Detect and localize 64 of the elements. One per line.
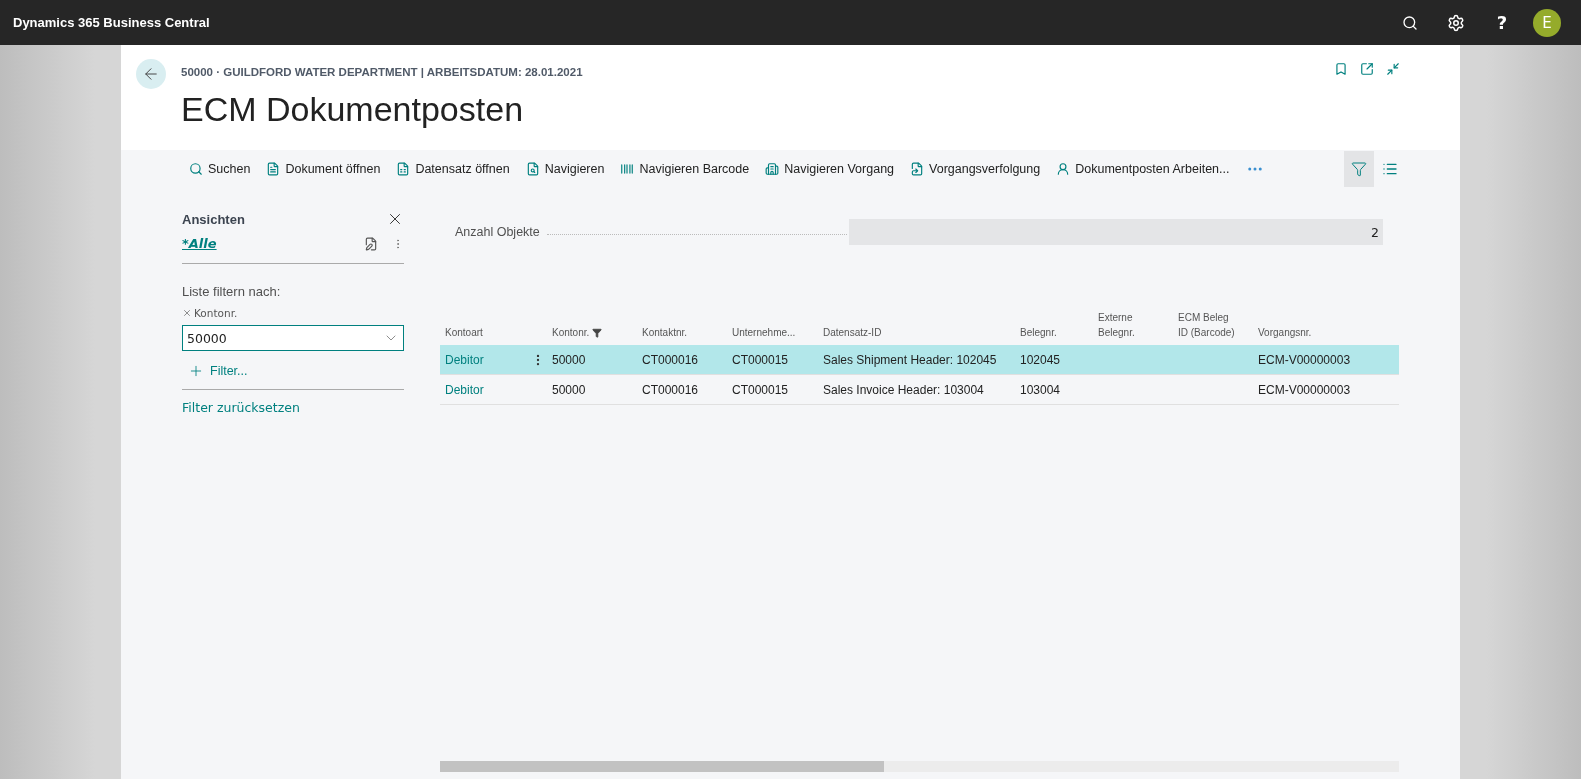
filter-value-field[interactable]: 50000 xyxy=(182,325,404,351)
filter-field-label: Kontonr. xyxy=(194,307,238,319)
filter-heading: Liste filtern nach: xyxy=(182,284,282,299)
horizontal-scrollbar[interactable] xyxy=(440,761,1399,772)
table-row[interactable]: Debitor 50000 CT000016 CT000015 Sales Shipment Header: 102045 102045 ECM-V00000003 xyxy=(440,345,1399,375)
toolbar-action[interactable]: Navigieren xyxy=(525,162,605,176)
search-icon[interactable] xyxy=(1402,14,1418,31)
column-header[interactable]: Unternehme... xyxy=(727,325,818,340)
table-cell-text: Sales Shipment Header: 102045 xyxy=(822,352,998,367)
filter-toggle-button[interactable] xyxy=(1344,151,1374,187)
remove-filter-icon[interactable] xyxy=(182,308,192,318)
column-header[interactable]: Vorgangsnr. xyxy=(1253,325,1399,340)
table-cell-text: ECM-V00000003 xyxy=(1257,382,1352,397)
table-cell-text: CT000016 xyxy=(641,382,700,397)
settings-icon[interactable] xyxy=(1447,13,1465,32)
table-cell-text: CT000016 xyxy=(641,352,700,367)
reset-filter-link[interactable]: Filter zurücksetzen xyxy=(182,400,404,415)
search-icon xyxy=(189,162,203,176)
add-filter-button[interactable]: Filter... xyxy=(182,363,248,379)
page-title: ECM Dokumentposten xyxy=(181,90,525,129)
table-cell-text: 103004 xyxy=(1019,382,1062,397)
toolbar-action[interactable]: Dokument öffnen xyxy=(266,162,381,176)
table-cell-text: 50000 xyxy=(551,382,587,397)
file-link-icon xyxy=(910,162,925,176)
account-type-link[interactable]: Debitor xyxy=(440,352,528,367)
barcode-icon xyxy=(620,162,635,176)
toolbar-action[interactable]: Vorgangsverfolgung xyxy=(910,162,1041,176)
toolbar-action[interactable]: Navigieren Vorgang xyxy=(765,162,895,176)
spreadsheet-icon xyxy=(396,162,411,176)
table-cell-text: 102045 xyxy=(1019,352,1062,367)
filter-icon xyxy=(1351,161,1367,177)
view-link[interactable]: *Alle xyxy=(182,236,358,251)
toolbar-action[interactable]: Suchen xyxy=(189,162,251,176)
column-header[interactable]: Datensatz-ID xyxy=(818,325,1015,340)
table-cell-text: CT000015 xyxy=(731,382,790,397)
edit-view-icon[interactable] xyxy=(364,236,378,251)
summary-label: Anzahl Objekte xyxy=(454,225,541,239)
plus-icon xyxy=(188,363,204,379)
column-header[interactable]: Kontoart xyxy=(440,325,528,340)
toolbar-action[interactable]: Navigieren Barcode xyxy=(620,162,750,176)
table-cell-text: ECM-V00000003 xyxy=(1257,352,1352,367)
column-header[interactable]: Externe Belegnr. xyxy=(1093,310,1173,340)
column-header[interactable]: Kontonr. xyxy=(547,325,637,340)
document-icon xyxy=(266,162,281,176)
table-row[interactable]: Debitor 50000 CT000016 CT000015 Sales Invoice Header: 103004 103004 ECM-V00000003 xyxy=(440,375,1399,405)
table-cell-text: CT000015 xyxy=(731,352,790,367)
toolbar-action[interactable]: Dokumentposten Arbeiten... xyxy=(1056,162,1230,176)
person-icon xyxy=(1056,162,1071,176)
summary-value: 2 xyxy=(849,219,1383,245)
column-header[interactable]: ECM Beleg ID (Barcode) xyxy=(1173,310,1253,340)
back-button[interactable] xyxy=(136,59,166,89)
column-header[interactable]: Kontaktnr. xyxy=(637,325,727,340)
table-cell-text: Sales Invoice Header: 103004 xyxy=(822,382,985,397)
pane-title: Ansichten xyxy=(182,211,245,227)
toolbar-action[interactable]: Datensatz öffnen xyxy=(396,162,510,176)
list-icon[interactable] xyxy=(1382,161,1398,177)
building-icon xyxy=(765,162,780,176)
file-search-icon xyxy=(525,162,540,176)
table-cell-text: 50000 xyxy=(551,352,587,367)
account-type-link[interactable]: Debitor xyxy=(440,382,528,397)
column-header[interactable]: Belegnr. xyxy=(1015,325,1093,340)
help-button[interactable]: ? xyxy=(1479,12,1525,33)
breadcrumb: 50000 · GUILDFORD WATER DEPARTMENT | ARBEITSDATUM: 28.01.2021 xyxy=(181,66,584,78)
app-title: Dynamics 365 Business Central xyxy=(13,15,211,30)
